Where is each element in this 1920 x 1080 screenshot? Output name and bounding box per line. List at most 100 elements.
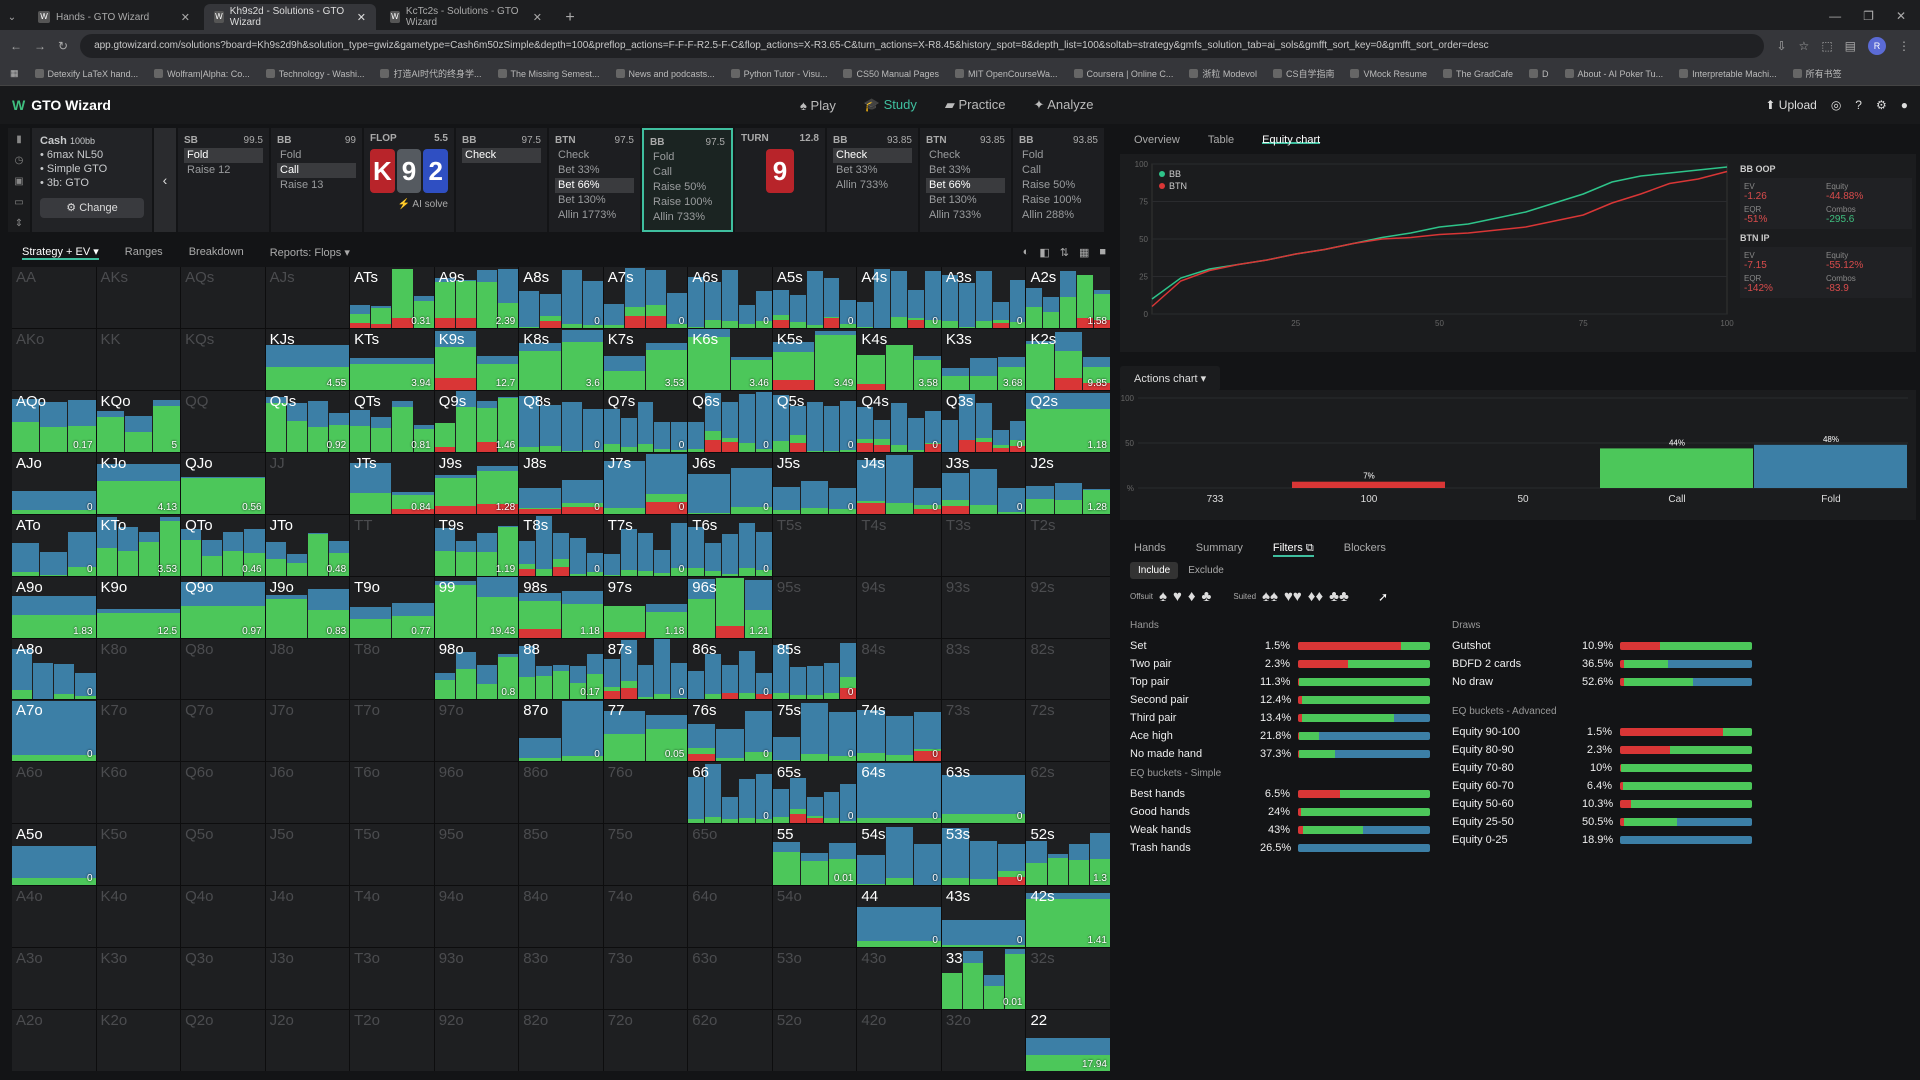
hand-cell[interactable]: 54s 0 — [857, 824, 941, 886]
hand-cell[interactable]: Q3s 0 — [941, 390, 1026, 452]
hand-cell[interactable]: 52o — [772, 1010, 857, 1071]
filter-row[interactable]: No made hand 37.3% — [1130, 745, 1430, 763]
install-icon[interactable]: ⇩ — [1776, 39, 1786, 53]
save-icon[interactable]: ▣ — [14, 176, 23, 187]
hand-cell[interactable]: T2o — [350, 1010, 434, 1071]
hand-cell[interactable]: 52s 1.3 — [1026, 824, 1110, 886]
minimize-button[interactable]: — — [1829, 9, 1841, 23]
settings-gear-icon[interactable]: ⚙ — [1876, 98, 1887, 112]
tab-overview[interactable]: Overview — [1134, 134, 1180, 146]
hand-cell[interactable]: J4s 0 — [857, 452, 941, 514]
action-option[interactable]: Bet 33% — [555, 163, 634, 178]
bookmark-item[interactable]: CS自学指南 — [1273, 67, 1335, 80]
hand-cell[interactable]: A3s 0 — [941, 267, 1026, 328]
hand-cell[interactable]: K3o — [96, 948, 181, 1010]
hand-cell[interactable]: 65o — [688, 824, 772, 886]
hand-cell[interactable]: 99 19.43 — [434, 576, 519, 638]
hand-cell[interactable]: AQo 0.17 — [12, 390, 96, 452]
action-option[interactable]: Check — [462, 148, 541, 163]
hand-cell[interactable]: J9s 1.28 — [434, 452, 519, 514]
nav-analyze[interactable]: ✦ Analyze — [1033, 97, 1093, 113]
hand-cell[interactable]: T7s 0 — [603, 514, 688, 576]
browser-tab-solutions-2[interactable]: W KcTc2s - Solutions - GTO Wizard ✕ — [380, 4, 552, 30]
hand-cell[interactable]: 96s 1.21 — [688, 576, 772, 638]
hand-cell[interactable]: 77 0.05 — [603, 700, 688, 762]
action-option[interactable]: Bet 130% — [926, 193, 1005, 208]
hand-cell[interactable]: Q5o — [181, 824, 265, 886]
nav-study[interactable]: 🎓 Study — [864, 97, 917, 113]
hand-cell[interactable]: J7s 0 — [603, 452, 688, 514]
hand-cell[interactable]: QJs 0.92 — [265, 390, 350, 452]
half-circle-icon[interactable]: ◐ — [1023, 246, 1030, 259]
bookmark-item[interactable]: About - AI Poker Tu... — [1565, 69, 1664, 79]
hand-cell[interactable]: 98o 0.8 — [434, 638, 519, 700]
hand-cell[interactable]: 75s 0 — [772, 700, 857, 762]
apps-icon[interactable]: ▦ — [10, 68, 19, 79]
hand-cell[interactable]: 92s — [1026, 576, 1110, 638]
hand-cell[interactable]: J3o — [265, 948, 350, 1010]
filter-row[interactable]: Third pair 13.4% — [1130, 709, 1430, 727]
tab-list-icon[interactable]: ⌄ — [0, 12, 24, 30]
hand-cell[interactable]: 83s — [941, 638, 1026, 700]
tab-filters[interactable]: Filters ⧉ — [1272, 542, 1314, 557]
contrast-icon[interactable]: ◧ — [1039, 246, 1049, 259]
hand-cell[interactable]: 62s — [1026, 762, 1110, 824]
bookmark-item[interactable]: D — [1529, 69, 1549, 79]
hand-cell[interactable]: T7o — [350, 700, 434, 762]
hand-cell[interactable]: K2o — [96, 1010, 181, 1071]
hand-cell[interactable]: 86o — [519, 762, 603, 824]
hand-cell[interactable]: J2s 1.28 — [1026, 452, 1110, 514]
hand-cell[interactable]: QTo 0.46 — [181, 514, 265, 576]
bookmark-item[interactable]: CS50 Manual Pages — [843, 69, 939, 79]
hand-cell[interactable]: Q5s 0 — [772, 390, 857, 452]
hand-cell[interactable]: 63o — [688, 948, 772, 1010]
hand-cell[interactable]: A6s 0 — [688, 267, 772, 328]
history-icon[interactable]: ◷ — [15, 155, 24, 166]
hand-cell[interactable]: Q2s 1.18 — [1026, 390, 1110, 452]
filter-row[interactable]: Set 1.5% — [1130, 637, 1430, 655]
hand-cell[interactable]: AJo 0 — [12, 452, 96, 514]
app-logo[interactable]: W GTO Wizard — [12, 97, 111, 113]
bookmark-icon[interactable]: ▮ — [16, 134, 22, 145]
hand-cell[interactable]: T4s — [857, 514, 941, 576]
grid-view-icon[interactable]: ▦ — [1079, 246, 1089, 259]
club-icon[interactable]: ♣ — [1202, 588, 1212, 605]
hand-cell[interactable]: J8o — [265, 638, 350, 700]
hand-cell[interactable]: T3s — [941, 514, 1026, 576]
hand-cell[interactable]: QTs 0.81 — [350, 390, 434, 452]
hand-cell[interactable]: 97s 1.18 — [603, 576, 688, 638]
hand-cell[interactable]: A8s 0 — [519, 267, 603, 328]
close-icon[interactable]: ✕ — [181, 11, 190, 24]
action-column-bb[interactable]: BB 93.85 Fold Call Raise 50% Raise 100% Allin … — [1013, 128, 1104, 232]
hand-cell[interactable]: 95o — [434, 824, 519, 886]
action-option[interactable]: Bet 66% — [555, 178, 634, 193]
tab-table[interactable]: Table — [1208, 134, 1234, 146]
hand-cell[interactable]: QJo 0.56 — [181, 452, 265, 514]
hand-cell[interactable]: 65s 0 — [772, 762, 857, 824]
hand-cell[interactable]: T5o — [350, 824, 434, 886]
hand-cell[interactable]: Q6o — [181, 762, 265, 824]
hand-cell[interactable]: Q4o — [181, 886, 265, 948]
bookmark-item[interactable]: Python Tutor - Visu... — [731, 69, 828, 79]
hand-cell[interactable]: Q9s 1.46 — [434, 390, 519, 452]
hand-cell[interactable]: 93o — [434, 948, 519, 1010]
hand-cell[interactable]: 74o — [603, 886, 688, 948]
tab-blockers[interactable]: Blockers — [1344, 542, 1386, 557]
hand-cell[interactable]: JTs 0.84 — [350, 452, 434, 514]
hand-cell[interactable]: 88 0.17 — [519, 638, 603, 700]
nav-play[interactable]: ♠ Play — [800, 98, 836, 113]
previous-action-button[interactable]: ‹ — [154, 128, 176, 232]
hand-cell[interactable]: 82o — [519, 1010, 603, 1071]
action-option[interactable]: Allin 1773% — [555, 208, 634, 223]
hand-cell[interactable]: 83o — [519, 948, 603, 1010]
hand-cell[interactable]: K5s 3.49 — [772, 328, 857, 390]
new-tab-button[interactable]: + — [558, 6, 582, 30]
action-column-bb[interactable]: BB 93.85 Check Bet 33% Allin 733% — [827, 128, 918, 232]
bookmark-item[interactable]: Wolfram|Alpha: Co... — [154, 69, 250, 79]
hand-cell[interactable]: Q4s 0 — [857, 390, 941, 452]
table-icon[interactable]: ▭ — [14, 197, 23, 208]
hand-cell[interactable]: J3s 0 — [941, 452, 1026, 514]
hand-cell[interactable]: KQs — [181, 328, 265, 390]
action-column-bb[interactable]: BB 97.5 Fold Call Raise 50% Raise 100% Allin 7… — [642, 128, 733, 232]
hand-cell[interactable]: T9o 0.77 — [350, 576, 434, 638]
